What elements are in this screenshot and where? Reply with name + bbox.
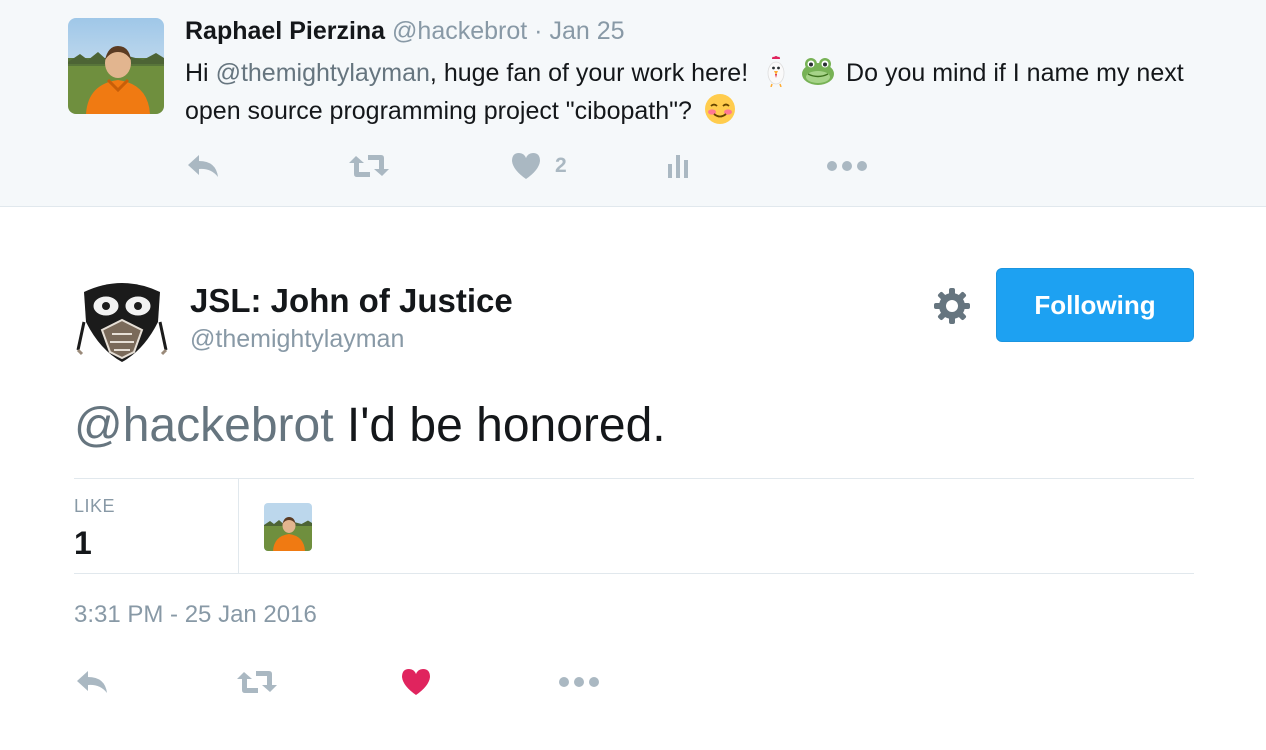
following-button[interactable]: Following xyxy=(996,268,1194,342)
retweet-icon xyxy=(349,155,389,177)
more-button[interactable] xyxy=(558,664,600,700)
like-stat[interactable]: LIKE 1 xyxy=(74,479,239,573)
more-icon xyxy=(559,677,599,687)
like-stat-label: LIKE xyxy=(74,496,116,516)
retweet-icon xyxy=(237,671,277,693)
smiling-blush-emoji-icon xyxy=(703,93,737,125)
main-author-name[interactable]: JSL: John of Justice xyxy=(190,282,513,320)
heart-icon xyxy=(512,153,540,179)
parent-tweet[interactable]: Raphael Pierzina @hackebrot · Jan 25 Hi … xyxy=(0,0,1266,207)
like-stat-count: 1 xyxy=(74,525,92,561)
text-segment: I'd be honored. xyxy=(333,399,666,452)
more-button[interactable] xyxy=(826,148,868,184)
reply-icon xyxy=(77,671,107,693)
reply-icon xyxy=(188,155,218,177)
retweet-button[interactable] xyxy=(236,664,278,700)
parent-tweet-actions: 2 xyxy=(185,148,905,184)
user-actions-button[interactable] xyxy=(932,286,972,326)
frog-emoji-icon xyxy=(801,55,835,87)
tweet-stats: LIKE 1 xyxy=(74,478,1194,574)
heart-icon xyxy=(402,669,430,695)
unlike-button[interactable] xyxy=(401,664,431,700)
gear-icon xyxy=(934,288,970,324)
text-segment: Hi xyxy=(185,59,216,87)
parent-author-name[interactable]: Raphael Pierzina xyxy=(185,17,385,45)
reply-button[interactable] xyxy=(185,148,221,184)
text-segment: , huge fan of your work here! xyxy=(429,59,756,87)
header-separator: · xyxy=(534,17,543,45)
main-author-handle[interactable]: @themightylayman xyxy=(190,325,404,354)
main-tweet-text: @hackebrot I'd be honored. xyxy=(74,394,666,458)
like-button[interactable]: 2 xyxy=(511,148,567,184)
tweet-timestamp[interactable]: 3:31 PM - 25 Jan 2016 xyxy=(74,601,317,629)
parent-tweet-date[interactable]: Jan 25 xyxy=(549,17,624,45)
main-tweet-actions xyxy=(74,664,674,700)
liker-avatar[interactable] xyxy=(264,503,312,551)
like-count: 2 xyxy=(555,154,567,177)
analytics-button[interactable] xyxy=(666,148,692,184)
parent-tweet-header: Raphael Pierzina @hackebrot · Jan 25 xyxy=(185,16,625,46)
retweet-button[interactable] xyxy=(348,148,390,184)
parent-author-avatar[interactable] xyxy=(68,18,164,114)
reply-button[interactable] xyxy=(74,664,110,700)
analytics-icon xyxy=(668,155,688,178)
mention-link[interactable]: @hackebrot xyxy=(74,399,334,452)
mention-link[interactable]: @themightylayman xyxy=(216,59,430,87)
parent-tweet-text: Hi @themightylayman, huge fan of your wo… xyxy=(185,54,1225,130)
parent-author-handle[interactable]: @hackebrot xyxy=(392,17,527,45)
chicken-emoji-icon xyxy=(759,55,793,88)
more-icon xyxy=(827,161,867,171)
main-author-avatar[interactable] xyxy=(74,272,170,368)
